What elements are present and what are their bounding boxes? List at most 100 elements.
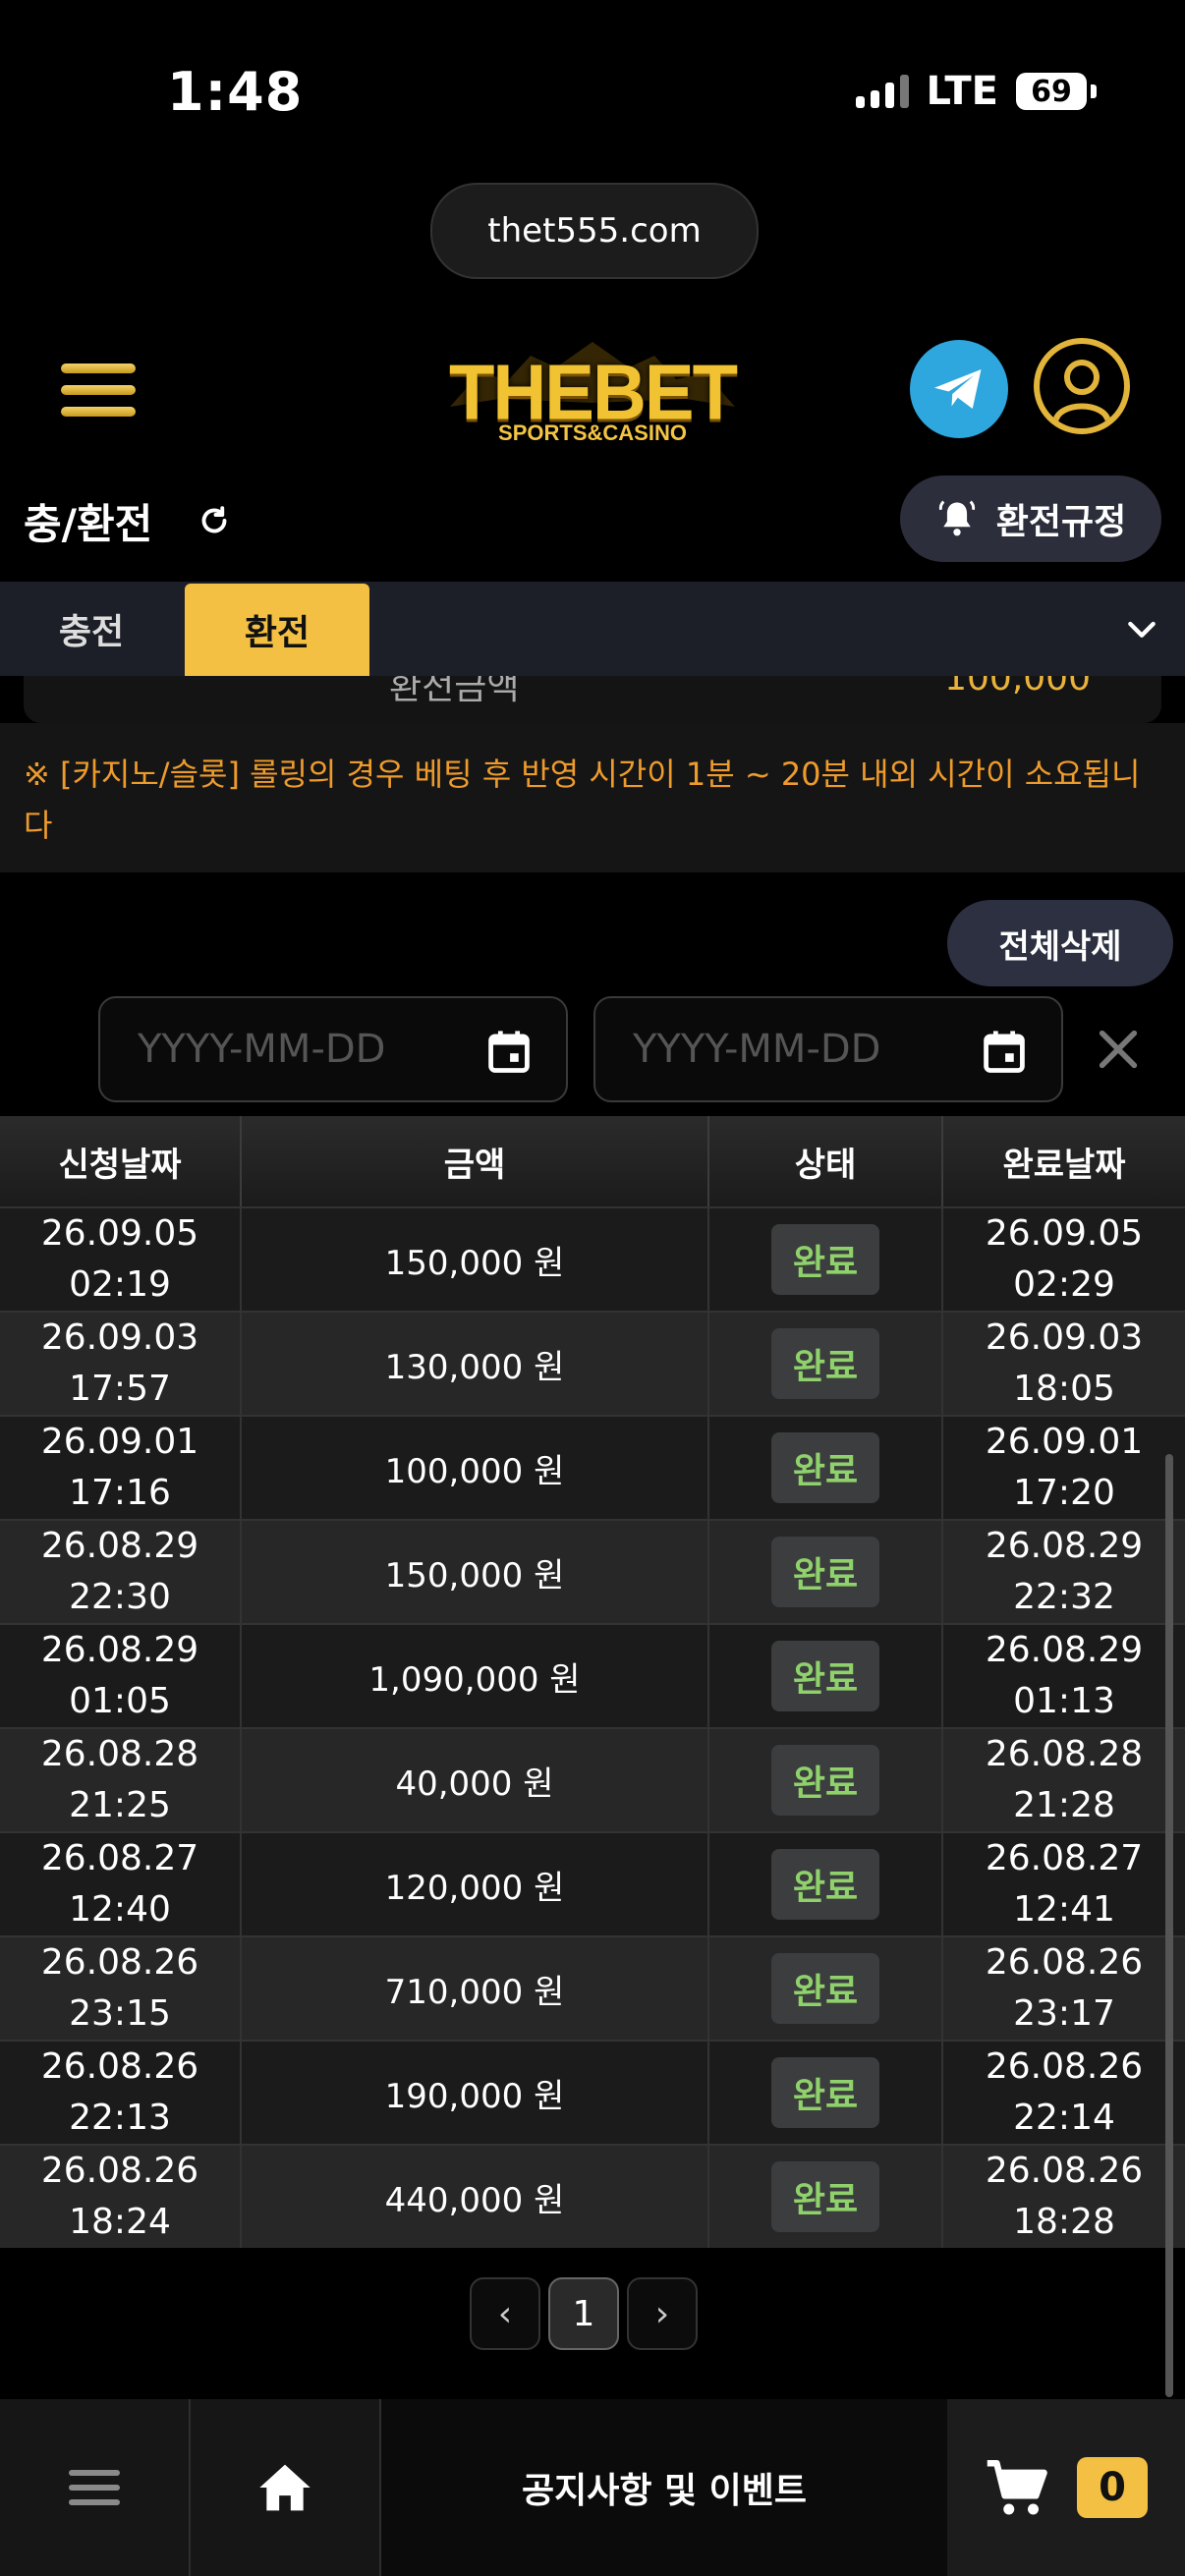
complete-date: 26.08.29: [985, 1630, 1144, 1670]
amount-label: 환전금액: [389, 676, 520, 707]
notice-text: ※ [카지노/슬롯] 롤링의 경우 베팅 후 반영 시간이 1분 ~ 20분 내…: [24, 756, 1141, 844]
amount-summary-card: 환전금액 100,000: [24, 676, 1161, 723]
request-time: 21:25: [69, 1785, 171, 1825]
exchange-rules-button[interactable]: 환전규정: [900, 476, 1161, 562]
request-time: 17:16: [69, 1473, 171, 1513]
request-date: 26.08.27: [40, 1838, 199, 1878]
request-date: 26.09.03: [40, 1317, 199, 1358]
complete-date-cell: 26.08.29 22:32: [943, 1521, 1185, 1623]
table-body: 26.09.05 02:19 150,000 원 완료 26.09.05 02:29 26.…: [0, 1206, 1185, 2248]
request-date-cell: 26.08.27 12:40: [0, 1833, 242, 1935]
status-badge: 완료: [770, 1432, 880, 1503]
request-date-cell: 26.08.26 23:15: [0, 1937, 242, 2040]
complete-time: 21:28: [1013, 1785, 1115, 1825]
status-cell: 완료: [709, 1729, 943, 1831]
menu-icon: [69, 2470, 120, 2505]
complete-date: 26.09.03: [985, 1317, 1144, 1358]
notice-events-button[interactable]: 공지사항 및 이벤트: [381, 2399, 947, 2576]
status-badge: 완료: [770, 2057, 880, 2128]
refresh-icon[interactable]: [197, 503, 232, 538]
site-logo[interactable]: THEBET SPORTS&CASINO: [440, 334, 745, 452]
status-cell: 완료: [709, 2146, 943, 2248]
prev-page-button[interactable]: ‹: [470, 2277, 540, 2350]
table-row: 26.08.28 21:25 40,000 원 완료 26.08.28 21:28: [0, 1727, 1185, 1831]
complete-time: 18:05: [1013, 1369, 1115, 1409]
menu-icon[interactable]: [61, 364, 136, 428]
table-row: 26.08.29 22:30 150,000 원 완료 26.08.29 22:32: [0, 1519, 1185, 1623]
battery-tip: [1091, 84, 1097, 98]
complete-date: 26.08.29: [985, 1526, 1144, 1566]
complete-time: 17:20: [1013, 1473, 1115, 1513]
complete-date: 26.08.27: [985, 1838, 1144, 1878]
url-bar[interactable]: thet555.com: [430, 183, 759, 279]
battery-icon: 69: [1016, 73, 1087, 110]
status-badge: 완료: [770, 2161, 880, 2232]
page-1-button[interactable]: 1: [548, 2277, 619, 2350]
complete-date-cell: 26.09.01 17:20: [943, 1417, 1185, 1519]
start-date-field[interactable]: [98, 996, 568, 1102]
amount-cell: 130,000 원: [242, 1313, 709, 1415]
complete-time: 01:13: [1013, 1681, 1115, 1721]
telegram-icon[interactable]: [910, 340, 1008, 438]
complete-date-cell: 26.09.05 02:29: [943, 1208, 1185, 1311]
chevron-down-icon[interactable]: [1122, 609, 1161, 648]
logo-subtext: SPORTS&CASINO: [498, 420, 687, 445]
amount-cell: 100,000 원: [242, 1417, 709, 1519]
request-date-cell: 26.08.26 22:13: [0, 2042, 242, 2144]
amount-cell: 40,000 원: [242, 1729, 709, 1831]
request-date-cell: 26.09.05 02:19: [0, 1208, 242, 1311]
start-date-input[interactable]: [136, 1026, 434, 1073]
bell-icon: [938, 500, 975, 536]
tab-exchange[interactable]: 환전: [185, 584, 369, 676]
scrollbar[interactable]: [1165, 1454, 1173, 2397]
user-profile-icon[interactable]: [1034, 338, 1130, 434]
complete-date-cell: 26.09.03 18:05: [943, 1313, 1185, 1415]
next-page-button[interactable]: ›: [627, 2277, 698, 2350]
exchange-history-table: 신청날짜 금액 상태 완료날짜 26.09.05 02:19 150,000 원 완료…: [0, 1116, 1185, 2248]
tab-charge[interactable]: 충전: [0, 582, 183, 676]
table-row: 26.08.26 23:15 710,000 원 완료 26.08.26 23:17: [0, 1935, 1185, 2040]
header-request-date: 신청날짜: [0, 1116, 242, 1206]
status-badge: 완료: [770, 1745, 880, 1816]
cart-icon: [987, 2459, 1047, 2515]
complete-date: 26.08.26: [985, 2151, 1144, 2191]
status-badge: 완료: [770, 1224, 880, 1295]
request-date: 26.08.29: [40, 1526, 199, 1566]
amount-cell: 440,000 원: [242, 2146, 709, 2248]
request-date: 26.08.29: [40, 1630, 199, 1670]
complete-time: 22:32: [1013, 1577, 1115, 1617]
request-date-cell: 26.08.29 22:30: [0, 1521, 242, 1623]
table-row: 26.09.01 17:16 100,000 원 완료 26.09.01 17:20: [0, 1415, 1185, 1519]
complete-date: 26.08.26: [985, 2046, 1144, 2087]
bottom-menu-button[interactable]: [0, 2399, 191, 2576]
request-time: 23:15: [69, 1993, 171, 2034]
request-date-cell: 26.09.03 17:57: [0, 1313, 242, 1415]
clear-date-icon[interactable]: [1091, 1022, 1146, 1077]
amount-cell: 150,000 원: [242, 1208, 709, 1311]
request-date-cell: 26.08.26 18:24: [0, 2146, 242, 2248]
amount-cell: 710,000 원: [242, 1937, 709, 2040]
amount-cell: 1,090,000 원: [242, 1625, 709, 1727]
complete-date: 26.08.26: [985, 1942, 1144, 1983]
bottom-nav: 공지사항 및 이벤트 0: [0, 2399, 1185, 2576]
end-date-input[interactable]: [631, 1026, 930, 1073]
request-time: 22:13: [69, 2098, 171, 2138]
table-row: 26.08.26 18:24 440,000 원 완료 26.08.26 18:28: [0, 2144, 1185, 2248]
calendar-icon[interactable]: [979, 1026, 1030, 1077]
delete-all-button[interactable]: 전체삭제: [947, 900, 1173, 986]
calendar-icon[interactable]: [483, 1026, 535, 1077]
bet-slip-button[interactable]: 0: [947, 2399, 1185, 2576]
tab-bar: 충전 환전: [0, 582, 1185, 676]
request-date: 26.08.26: [40, 2046, 199, 2087]
table-row: 26.08.26 22:13 190,000 원 완료 26.08.26 22:14: [0, 2040, 1185, 2144]
request-date: 26.08.26: [40, 2151, 199, 2191]
request-date: 26.09.01: [40, 1422, 199, 1462]
status-badge: 완료: [770, 1849, 880, 1920]
header-status: 상태: [709, 1116, 943, 1206]
end-date-field[interactable]: [593, 996, 1063, 1102]
cart-count-badge: 0: [1077, 2457, 1148, 2518]
page-title: 충/환전: [24, 500, 153, 548]
home-button[interactable]: [191, 2399, 381, 2576]
status-badge: 완료: [770, 1641, 880, 1711]
status-cell: 완료: [709, 1625, 943, 1727]
